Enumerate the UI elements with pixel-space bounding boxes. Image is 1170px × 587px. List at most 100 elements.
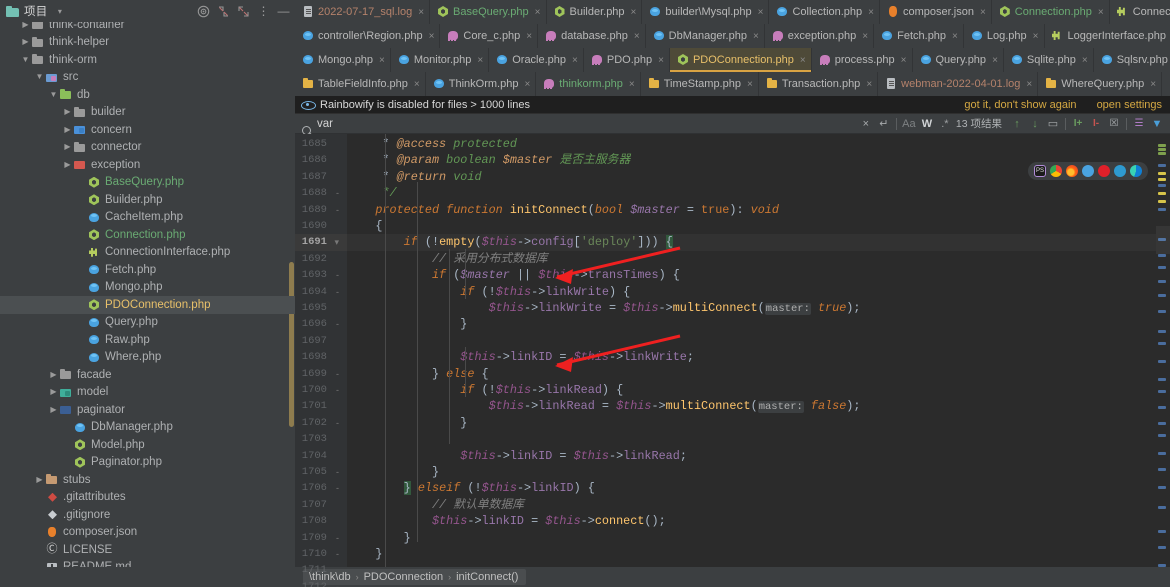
tree-item-readme-md[interactable]: · README.md (0, 559, 295, 567)
tab-thinkorm-php[interactable]: ThinkOrm.php × (426, 72, 537, 96)
edge-legacy-icon[interactable] (1114, 165, 1126, 177)
firefox-icon[interactable] (1066, 165, 1078, 177)
tree-item-connectioninterface-php[interactable]: · ConnectionInterface.php (0, 244, 295, 262)
tree-item--gitattributes[interactable]: · .gitattributes (0, 489, 295, 507)
tree-item-think-helper[interactable]: ▶ think-helper (0, 34, 295, 52)
tree-item-exception[interactable]: ▶ exception (0, 156, 295, 174)
editor-tabs[interactable]: 2022-07-17_sql.log × BaseQuery.php × Builder… (295, 0, 1170, 96)
close-tab-icon[interactable]: × (862, 31, 868, 42)
tab-mongo-php[interactable]: Mongo.php × (295, 48, 391, 72)
chevron-right-icon[interactable]: ▶ (48, 370, 59, 379)
tab-dbmanager-php[interactable]: DbManager.php × (646, 24, 765, 48)
code-fold-toggle[interactable]: - (336, 284, 339, 300)
clear-search-button[interactable]: × (857, 115, 875, 133)
chrome-icon[interactable] (1050, 165, 1062, 177)
minimize-icon[interactable]: — (276, 4, 291, 19)
close-tab-icon[interactable]: × (418, 7, 424, 18)
tree-item-facade[interactable]: ▶ facade (0, 366, 295, 384)
tree-item-paginator-php[interactable]: · Paginator.php (0, 454, 295, 472)
close-tab-icon[interactable]: × (526, 31, 532, 42)
code-line[interactable]: $this->linkID = $this->linkWrite; (347, 349, 1156, 365)
code-fold-toggle[interactable]: - (336, 185, 339, 201)
breadcrumb-part[interactable]: initConnect() (456, 571, 518, 583)
tree-item-db[interactable]: ▼ db (0, 86, 295, 104)
tab-collection-php[interactable]: Collection.php × (769, 0, 881, 24)
code-line[interactable]: { (347, 218, 1156, 234)
collapse-all-icon[interactable] (216, 4, 231, 19)
close-tab-icon[interactable]: × (572, 55, 578, 66)
tree-item-where-php[interactable]: · Where.php (0, 349, 295, 367)
tab-database-php[interactable]: database.php × (538, 24, 646, 48)
chevron-down-icon[interactable]: ▼ (48, 90, 59, 99)
tree-item-cacheitem-php[interactable]: · CacheItem.php (0, 209, 295, 227)
code-line[interactable] (347, 431, 1156, 447)
tab-sqlsrv-php[interactable]: Sqlsrv.php× (1094, 48, 1170, 72)
chevron-right-icon[interactable]: ▶ (20, 22, 31, 29)
code-content[interactable]: * @access protected * @param boolean $ma… (347, 134, 1156, 567)
tab-query-php[interactable]: Query.php × (913, 48, 1004, 72)
code-line[interactable]: $this->linkID = $this->connect(); (347, 513, 1156, 529)
close-tab-icon[interactable]: × (992, 55, 998, 66)
remove-occurrence-button[interactable]: I- (1087, 115, 1105, 133)
code-line[interactable]: if ($master || $this->transTimes) { (347, 267, 1156, 283)
exclude-occurrence-button[interactable]: ☒ (1105, 115, 1123, 133)
tab-2022-07-17_sql-log[interactable]: 2022-07-17_sql.log × (295, 0, 431, 24)
whole-words-button[interactable]: W (918, 115, 936, 133)
phpstorm-icon[interactable]: PS (1034, 165, 1046, 177)
tab-basequery-php[interactable]: BaseQuery.php × (430, 0, 547, 24)
close-tab-icon[interactable]: × (901, 55, 907, 66)
breadcrumb-part[interactable]: PDOConnection (364, 571, 444, 583)
tab-tablefieldinfo-php[interactable]: TableFieldInfo.php × (295, 72, 426, 96)
code-line[interactable]: protected function initConnect(bool $mas… (347, 202, 1156, 218)
code-line[interactable]: } else { (347, 366, 1156, 382)
tree-item-builder-php[interactable]: · Builder.php (0, 191, 295, 209)
tab-monitor-php[interactable]: Monitor.php × (391, 48, 490, 72)
close-tab-icon[interactable]: × (952, 31, 958, 42)
dismiss-notification-link[interactable]: got it, don't show again (964, 99, 1076, 111)
code-line[interactable]: } (347, 530, 1156, 546)
close-tab-icon[interactable]: × (414, 79, 420, 90)
chevron-right-icon[interactable]: ▶ (48, 388, 59, 396)
code-line[interactable]: } (347, 415, 1156, 431)
code-line[interactable]: } (347, 546, 1156, 562)
target-icon[interactable] (196, 4, 211, 19)
tree-item-pdoconnection-php[interactable]: · PDOConnection.php (0, 296, 295, 314)
code-fold-toggle[interactable]: - (336, 579, 339, 587)
open-settings-link[interactable]: open settings (1097, 99, 1162, 111)
close-tab-icon[interactable]: × (379, 55, 385, 66)
tab-connectioninterface-php[interactable]: ConnectionInterface.php× (1110, 0, 1170, 24)
tab-process-php[interactable]: process.php × (812, 48, 913, 72)
tab-oracle-php[interactable]: Oracle.php × (489, 48, 584, 72)
safari-icon[interactable] (1082, 165, 1094, 177)
code-line[interactable] (347, 562, 1156, 567)
code-line[interactable]: } (347, 464, 1156, 480)
tree-item-query-php[interactable]: · Query.php (0, 314, 295, 332)
close-tab-icon[interactable]: × (866, 79, 872, 90)
tab-pdo-php[interactable]: PDO.php × (584, 48, 670, 72)
filter-button[interactable]: ▼ (1148, 115, 1166, 133)
code-line[interactable]: * @access protected (347, 136, 1156, 152)
tab-composer-json[interactable]: composer.json × (880, 0, 992, 24)
code-line[interactable]: } elseif (!$this->linkID) { (347, 480, 1156, 496)
close-tab-icon[interactable]: × (524, 79, 530, 90)
close-tab-icon[interactable]: × (658, 55, 664, 66)
tree-item-dbmanager-php[interactable]: · DbManager.php (0, 419, 295, 437)
chevron-right-icon[interactable]: ▶ (62, 108, 73, 116)
tree-item-connection-php[interactable]: · Connection.php (0, 226, 295, 244)
code-fold-toggle[interactable]: - (336, 415, 339, 431)
chevron-right-icon[interactable]: ▶ (62, 125, 73, 134)
tree-item--gitignore[interactable]: · .gitignore (0, 506, 295, 524)
code-line[interactable] (347, 333, 1156, 349)
tab-thinkorm-php[interactable]: thinkorm.php × (536, 72, 641, 96)
code-line[interactable]: // 采用分布式数据库 (347, 251, 1156, 267)
code-fold-toggle[interactable]: - (336, 464, 339, 480)
tab-wherequery-php[interactable]: WhereQuery.php × (1038, 72, 1163, 96)
tree-item-src[interactable]: ▼ src (0, 69, 295, 87)
chevron-down-icon[interactable]: ▾ (52, 4, 67, 19)
code-fold-toggle[interactable]: - (336, 480, 339, 496)
code-line[interactable]: $this->linkWrite = $this->multiConnect(m… (347, 300, 1156, 316)
tree-item-paginator[interactable]: ▶ paginator (0, 401, 295, 419)
code-line[interactable]: */ (347, 185, 1156, 201)
tab-loggerinterface-php[interactable]: LoggerInterface.php× (1045, 24, 1170, 48)
chevron-down-icon[interactable]: ▼ (34, 73, 45, 81)
